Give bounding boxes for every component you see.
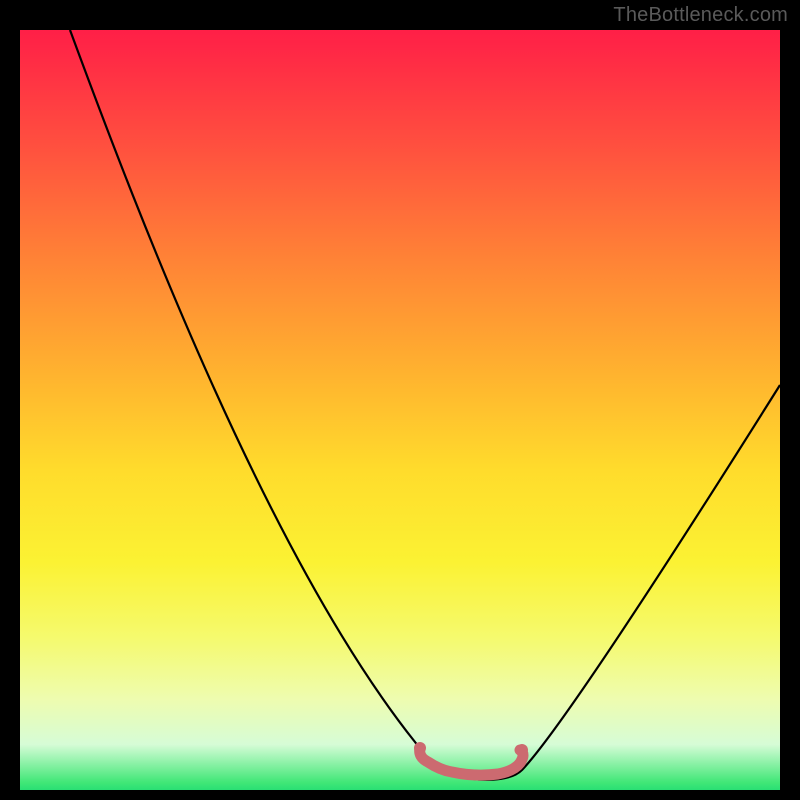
watermark-text: TheBottleneck.com: [613, 4, 788, 27]
bottleneck-curve-svg: [20, 30, 780, 790]
floor-dot-left: [414, 742, 426, 754]
chart-frame: TheBottleneck.com: [0, 0, 800, 800]
plot-area: [20, 30, 780, 790]
bottleneck-floor-marker: [420, 748, 523, 775]
bottleneck-curve-path: [70, 30, 780, 780]
floor-dot-right: [516, 744, 528, 756]
